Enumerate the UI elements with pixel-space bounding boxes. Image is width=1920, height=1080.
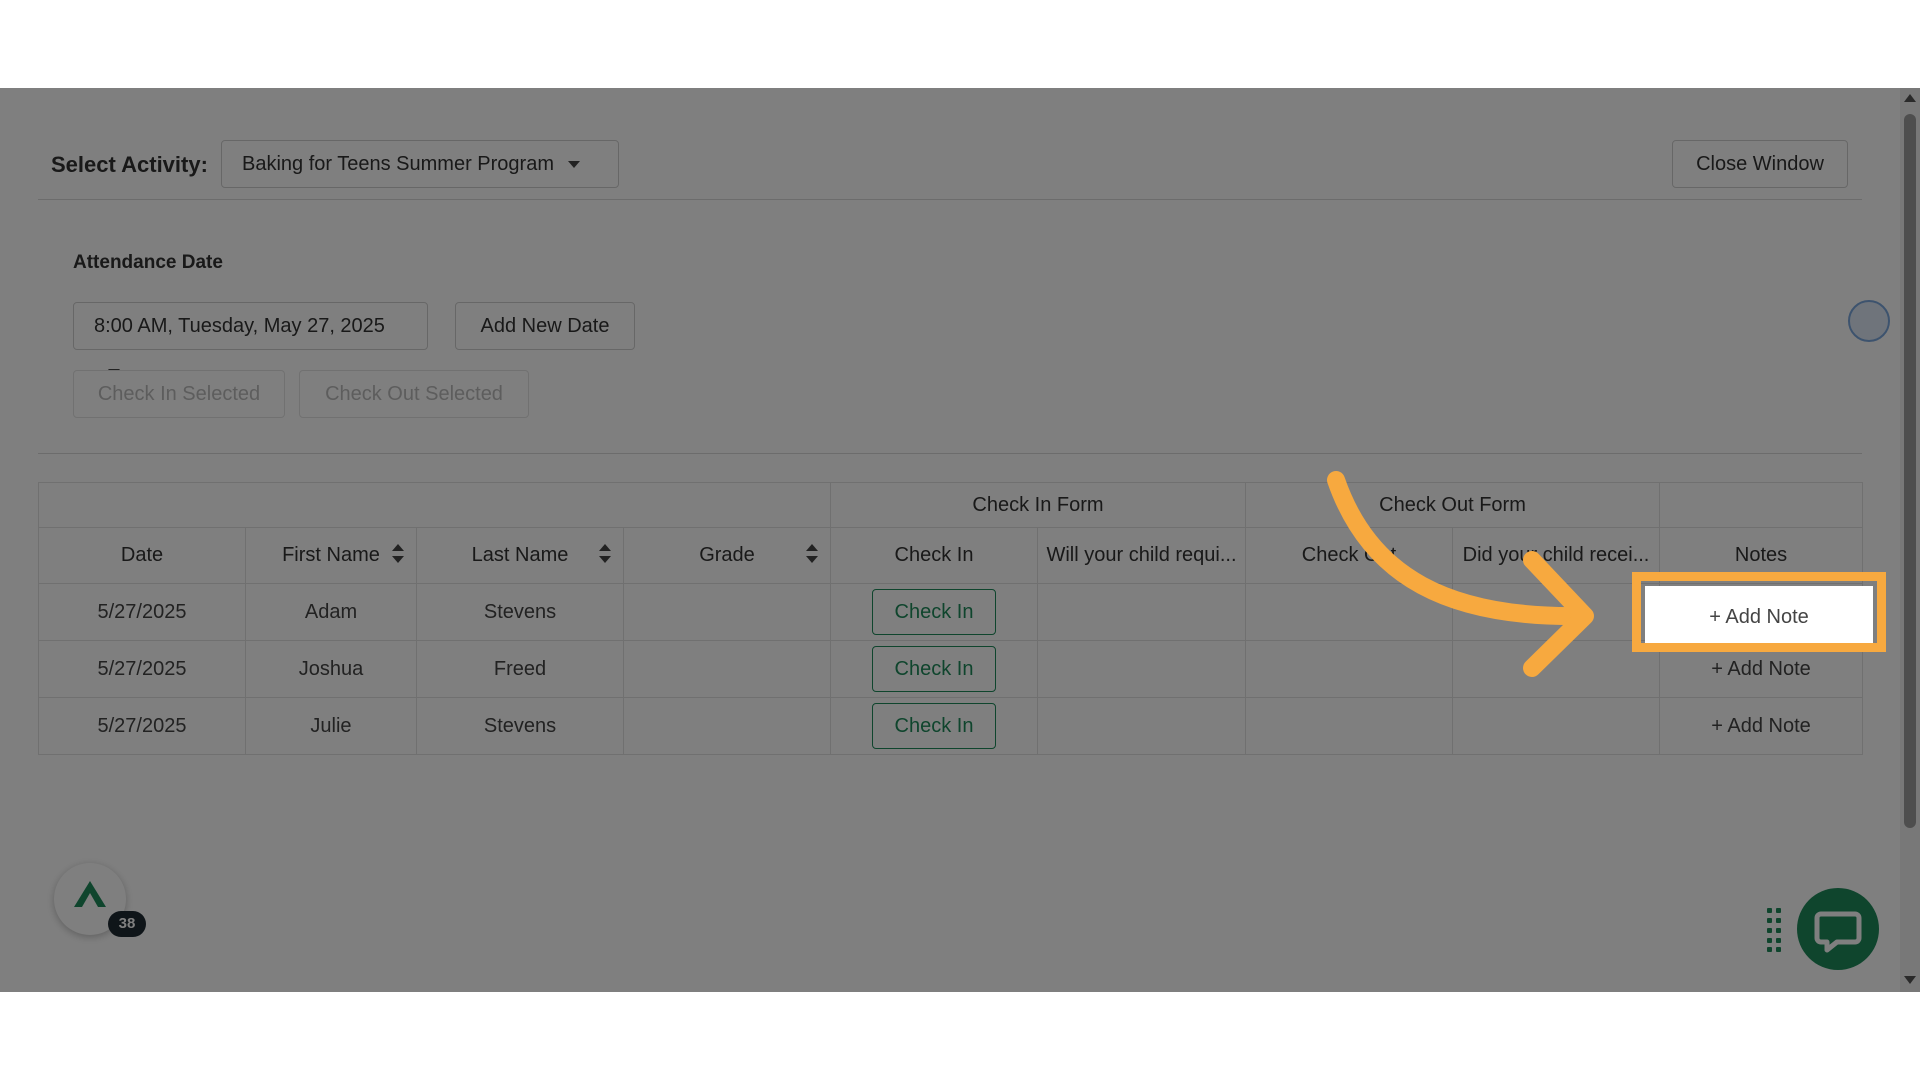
scroll-down-arrow-icon[interactable] [1904, 976, 1916, 984]
last-name-header-label: Last Name [471, 544, 569, 566]
activity-value: Baking for Teens Summer Program [242, 153, 554, 175]
date-cell: 5/27/2025 [38, 640, 246, 698]
highlighted-add-note-label: + Add Note [1709, 605, 1809, 628]
attendance-date-value: 8:00 AM, Tuesday, May 27, 2025 [94, 315, 385, 337]
pointer-arrow-icon [1327, 471, 1594, 677]
select-activity-label: Select Activity: [51, 152, 208, 177]
column-header-notes: Notes [1659, 527, 1864, 584]
app-viewport: Select Activity: Baking for Teens Summer… [0, 88, 1920, 992]
sort-icon[interactable] [599, 544, 611, 568]
top-margin [0, 0, 1920, 88]
attendance-date-dropdown[interactable]: 8:00 AM, Tuesday, May 27, 2025 [73, 302, 428, 377]
add-note-button[interactable]: + Add Note [1711, 658, 1811, 680]
column-header-grade[interactable]: Grade [623, 527, 831, 584]
close-window-button[interactable]: Close Window [1672, 140, 1848, 188]
activity-dropdown[interactable]: Baking for Teens Summer Program [221, 140, 619, 188]
will-require-cell [1037, 697, 1246, 755]
activity-header: Select Activity: Baking for Teens Summer… [38, 140, 1862, 200]
section-divider [38, 453, 1862, 454]
check-in-cell: Check In [830, 697, 1038, 755]
column-header-first-name[interactable]: First Name [245, 527, 417, 584]
check-in-button[interactable]: Check In [872, 703, 996, 749]
date-cell: 5/27/2025 [38, 583, 246, 641]
highlighted-add-note-button[interactable]: + Add Note [1645, 586, 1873, 648]
first-name-cell: Joshua [245, 640, 417, 698]
check-in-cell: Check In [830, 583, 1038, 641]
column-header-check-in: Check In [830, 527, 1038, 584]
chat-bubble-icon [1814, 911, 1862, 953]
drag-handle-icon[interactable] [1767, 908, 1783, 952]
notification-count-badge: 38 [108, 911, 146, 937]
chat-button[interactable] [1797, 888, 1879, 970]
scrollbar-thumb[interactable] [1904, 114, 1916, 828]
add-new-date-button[interactable]: Add New Date [455, 302, 635, 350]
check-in-button[interactable]: Check In [872, 589, 996, 635]
date-cell: 5/27/2025 [38, 697, 246, 755]
grade-cell [623, 697, 831, 755]
check-in-cell: Check In [830, 640, 1038, 698]
notes-cell: + Add Note [1659, 697, 1864, 755]
grade-cell [623, 583, 831, 641]
add-note-button[interactable]: + Add Note [1711, 715, 1811, 737]
first-name-cell: Adam [245, 583, 417, 641]
group-header-notes-empty [1659, 482, 1864, 528]
sort-icon[interactable] [392, 544, 404, 568]
grade-cell [623, 640, 831, 698]
bottom-margin [0, 992, 1920, 1080]
group-header-empty [38, 482, 831, 528]
notes-cell: + Add Note [1659, 640, 1864, 698]
column-header-date: Date [38, 527, 246, 584]
side-logo-icon[interactable] [1848, 300, 1890, 342]
chevron-down-icon [567, 161, 580, 169]
check-in-button[interactable]: Check In [872, 646, 996, 692]
check-out-selected-button[interactable]: Check Out Selected [299, 370, 529, 418]
will-require-cell [1037, 640, 1246, 698]
attendance-date-label: Attendance Date [73, 252, 223, 273]
last-name-cell: Freed [416, 640, 624, 698]
sort-icon[interactable] [806, 544, 818, 568]
will-require-cell [1037, 583, 1246, 641]
last-name-cell: Stevens [416, 697, 624, 755]
first-name-cell: Julie [245, 697, 417, 755]
first-name-header-label: First Name [282, 544, 380, 566]
scroll-up-arrow-icon[interactable] [1904, 94, 1916, 102]
last-name-cell: Stevens [416, 583, 624, 641]
grade-header-label: Grade [699, 544, 755, 566]
group-header-check-in-form: Check In Form [830, 482, 1246, 528]
check-in-selected-button[interactable]: Check In Selected [73, 370, 285, 418]
column-header-last-name[interactable]: Last Name [416, 527, 624, 584]
column-header-will-require: Will your child requi... [1037, 527, 1246, 584]
